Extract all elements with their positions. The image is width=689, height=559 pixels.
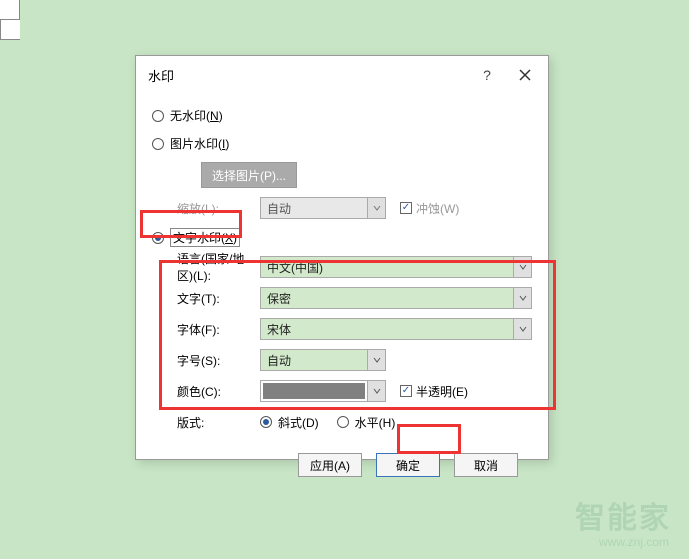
apply-button[interactable]: 应用(A): [298, 453, 362, 477]
language-combo[interactable]: 中文(中国): [260, 256, 532, 278]
radio-label: 图片水印(I): [170, 135, 229, 152]
size-combo[interactable]: 自动: [260, 349, 386, 371]
scale-label: 缩放(L):: [152, 200, 260, 217]
radio-icon: [152, 232, 164, 244]
radio-picture-watermark[interactable]: 图片水印(I): [152, 131, 532, 156]
page-corner-tr: [0, 20, 20, 40]
layout-label: 版式:: [152, 414, 260, 431]
page-corner-tl: [0, 0, 20, 20]
scale-combo: 自动: [260, 197, 386, 219]
help-button[interactable]: ?: [468, 60, 506, 90]
radio-label: 文字水印(X): [170, 228, 240, 247]
bg-watermark: 智能家: [575, 493, 671, 537]
cancel-button[interactable]: 取消: [454, 453, 518, 477]
radio-icon: [152, 138, 164, 150]
semitransparent-label: 半透明(E): [416, 383, 468, 400]
close-button[interactable]: [506, 60, 544, 90]
chevron-down-icon[interactable]: [367, 350, 385, 370]
ok-button[interactable]: 确定: [376, 453, 440, 477]
chevron-down-icon[interactable]: [513, 319, 531, 339]
size-label: 字号(S):: [152, 352, 260, 369]
font-value: 宋体: [261, 321, 513, 338]
dialog-titlebar[interactable]: 水印 ?: [136, 56, 548, 94]
radio-label: 斜式(D): [278, 414, 319, 431]
color-label: 颜色(C):: [152, 383, 260, 400]
washout-label: 冲蚀(W): [416, 200, 459, 217]
washout-checkbox: [400, 202, 412, 214]
chevron-down-icon: [367, 198, 385, 218]
text-value: 保密: [261, 290, 513, 307]
radio-layout-horizontal[interactable]: 水平(H): [337, 414, 396, 431]
select-picture-button[interactable]: 选择图片(P)...: [201, 162, 297, 188]
color-combo[interactable]: [260, 380, 386, 402]
help-icon: ?: [483, 67, 491, 83]
chevron-down-icon[interactable]: [367, 381, 385, 401]
close-icon: [519, 69, 531, 81]
semitransparent-checkbox[interactable]: [400, 385, 412, 397]
chevron-down-icon[interactable]: [513, 288, 531, 308]
radio-icon: [260, 416, 272, 428]
language-label: 语言(国家/地区)(L):: [152, 250, 260, 284]
font-combo[interactable]: 宋体: [260, 318, 532, 340]
radio-icon: [152, 110, 164, 122]
radio-no-watermark[interactable]: 无水印(N): [152, 103, 532, 128]
radio-label: 水平(H): [355, 414, 396, 431]
text-combo[interactable]: 保密: [260, 287, 532, 309]
radio-icon: [337, 416, 349, 428]
size-value: 自动: [261, 352, 367, 369]
color-swatch: [263, 383, 365, 399]
radio-label: 无水印(N): [170, 107, 223, 124]
radio-layout-diagonal[interactable]: 斜式(D): [260, 414, 319, 431]
language-value: 中文(中国): [261, 259, 513, 276]
text-label: 文字(T):: [152, 290, 260, 307]
radio-text-watermark[interactable]: 文字水印(X): [152, 225, 532, 250]
font-label: 字体(F):: [152, 321, 260, 338]
watermark-dialog: 水印 ? 无水印(N) 图片水印(I) 选择图片(P)...: [135, 55, 549, 460]
chevron-down-icon[interactable]: [513, 257, 531, 277]
scale-value: 自动: [261, 200, 367, 217]
bg-watermark-url: www.znj.com: [599, 535, 669, 549]
dialog-title: 水印: [148, 66, 174, 85]
